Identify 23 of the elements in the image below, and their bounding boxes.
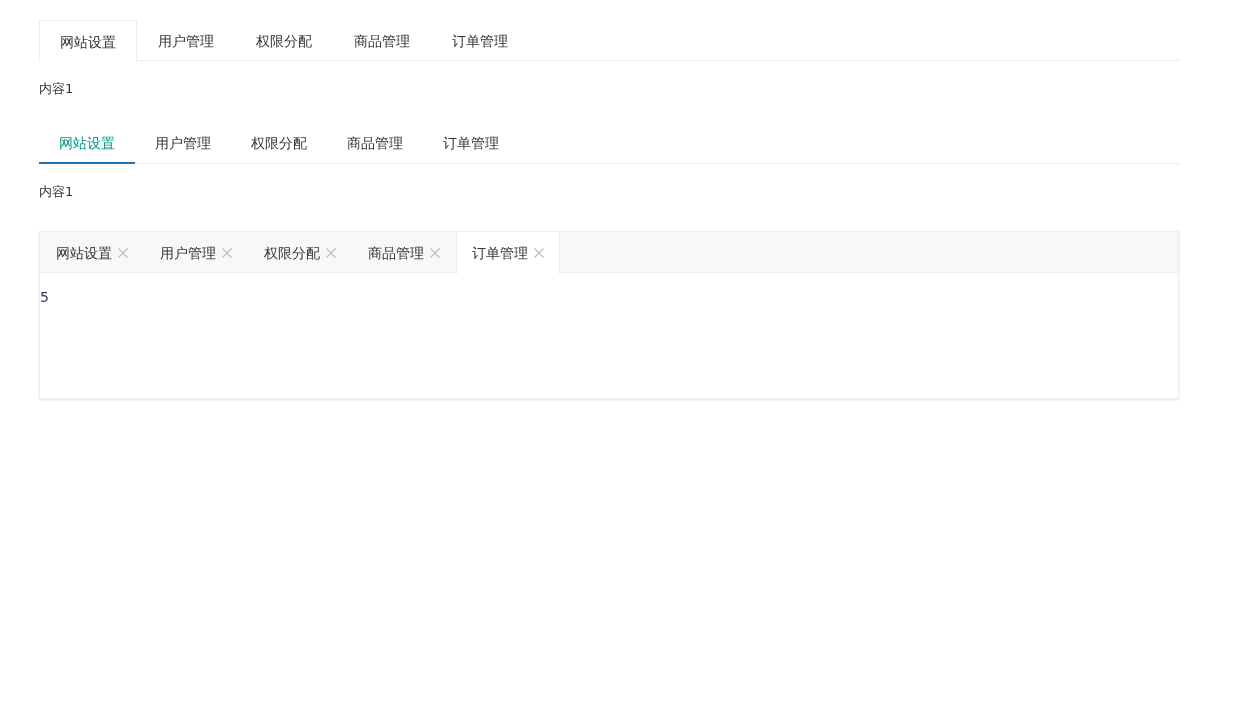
tab[interactable]: 权限分配 — [235, 20, 333, 61]
tab[interactable]: 用户管理 — [137, 20, 235, 61]
tab[interactable]: 订单管理 — [423, 122, 519, 164]
close-icon[interactable] — [326, 248, 336, 258]
tab[interactable]: 权限分配 — [231, 122, 327, 164]
close-icon[interactable] — [222, 248, 232, 258]
tab[interactable]: 网站设置 — [39, 20, 137, 62]
tab[interactable]: 权限分配 — [248, 232, 352, 273]
tab-content-text: 内容1 — [39, 81, 74, 96]
tab[interactable]: 网站设置 — [39, 122, 135, 164]
tab[interactable]: 商品管理 — [352, 232, 456, 273]
tab[interactable]: 用户管理 — [135, 122, 231, 164]
tab-content-text: 5 — [40, 289, 49, 305]
tab[interactable]: 商品管理 — [333, 20, 431, 61]
tab[interactable]: 订单管理 — [456, 232, 560, 274]
close-icon[interactable] — [430, 248, 440, 258]
tab-content-text: 内容1 — [39, 183, 74, 199]
close-icon[interactable] — [534, 248, 544, 258]
tab[interactable]: 用户管理 — [144, 232, 248, 273]
tab[interactable]: 订单管理 — [431, 20, 529, 61]
tab[interactable]: 网站设置 — [40, 232, 144, 273]
close-icon[interactable] — [118, 248, 128, 258]
tab[interactable]: 商品管理 — [327, 122, 423, 164]
